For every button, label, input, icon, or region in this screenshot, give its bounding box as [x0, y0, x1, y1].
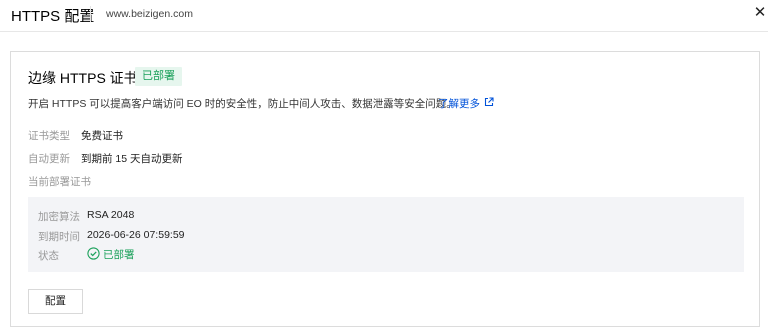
status-label: 状态 [38, 250, 59, 262]
auto-renew-label: 自动更新 [28, 153, 70, 165]
cert-type-value: 免费证书 [81, 130, 123, 142]
algo-value: RSA 2048 [87, 209, 135, 221]
expire-label: 到期时间 [38, 231, 80, 243]
config-button[interactable]: 配置 [28, 289, 83, 314]
domain-name: www.beizigen.com [106, 8, 193, 20]
learn-more-link[interactable]: 了解更多 [438, 96, 480, 111]
cert-detail-panel: 加密算法 RSA 2048 到期时间 2026-06-26 07:59:59 状… [28, 197, 744, 272]
header-divider-line [0, 31, 768, 32]
close-icon[interactable]: ✕ [752, 4, 768, 22]
card-description: 开启 HTTPS 可以提高客户端访问 EO 时的安全性，防止中间人攻击、数据泄露… [28, 98, 457, 110]
current-cert-label: 当前部署证书 [28, 176, 91, 188]
dialog-header: HTTPS 配置 www.beizigen.com ✕ [0, 0, 768, 31]
dialog-title: HTTPS 配置 [11, 8, 95, 25]
status-text: 已部署 [103, 249, 135, 261]
header-divider [90, 6, 91, 22]
check-circle-icon [87, 247, 100, 260]
card-title: 边缘 HTTPS 证书 [28, 70, 138, 86]
external-link-icon[interactable] [484, 97, 494, 107]
https-cert-card: 边缘 HTTPS 证书 已部署 开启 HTTPS 可以提高客户端访问 EO 时的… [10, 51, 760, 327]
auto-renew-value: 到期前 15 天自动更新 [81, 153, 183, 165]
status-badge: 已部署 [135, 67, 182, 86]
algo-label: 加密算法 [38, 211, 80, 223]
expire-value: 2026-06-26 07:59:59 [87, 229, 185, 241]
cert-type-label: 证书类型 [28, 130, 70, 142]
